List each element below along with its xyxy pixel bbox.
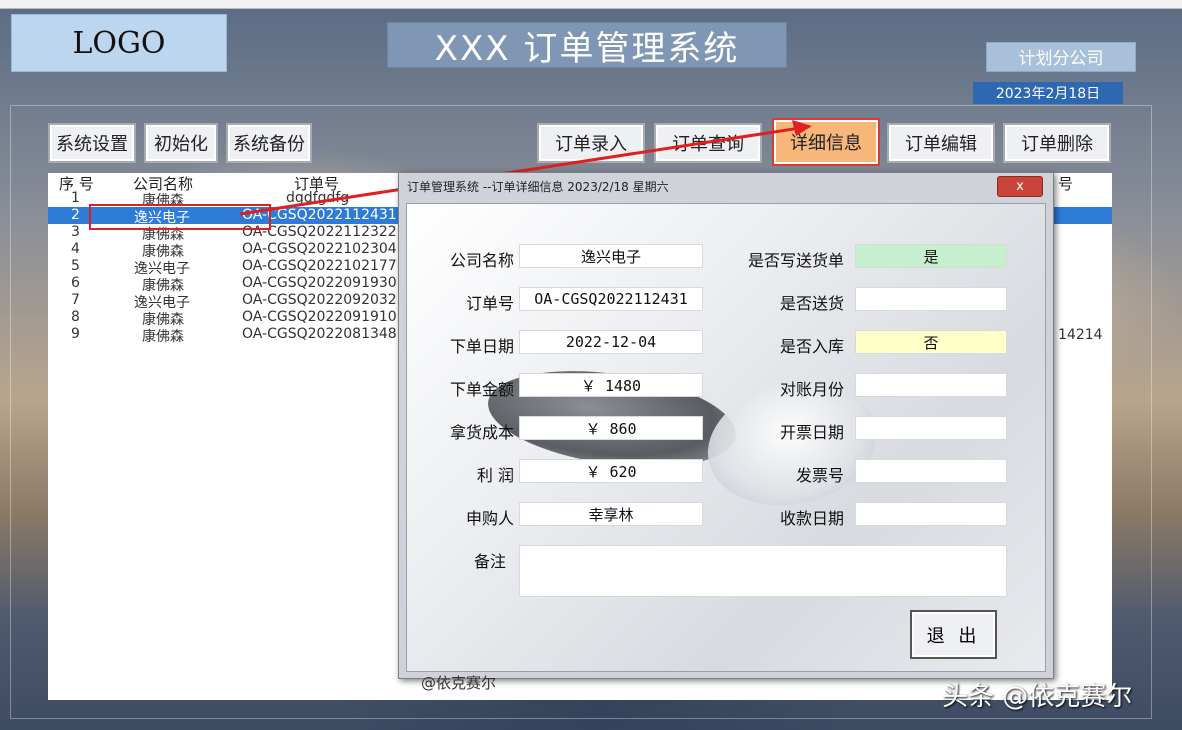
order-delete-button[interactable]: 订单删除 [1003,123,1111,163]
list-row[interactable]: 8 康佛森 OA-CGSQ2022091910 [48,309,398,328]
author-credit: @依克赛尔 [421,674,497,692]
list-row[interactable]: 9 康佛森 OA-CGSQ2022081348 [48,326,398,345]
row-order-no: OA-CGSQ2022092032 [242,292,397,308]
label-order-no: 订单号 [465,294,514,313]
list-row[interactable]: 5 逸兴电子 OA-CGSQ2022102177 [48,258,398,277]
cost-field[interactable]: ￥ 860 [519,416,703,440]
row-seq: 3 [71,224,80,240]
system-title: XXX 订单管理系统 [387,22,787,69]
label-delivery-note: 是否写送货单 [747,251,844,270]
row-order-no: dgdfgdfg [286,190,350,206]
order-amount-field[interactable]: ￥ 1480 [519,373,703,397]
row-order-no: OA-CGSQ2022091930 [242,275,397,291]
detail-info-button[interactable]: 详细信息 [772,118,880,166]
sheet-ruler [0,0,1182,9]
logo: LOGO [11,14,227,72]
invoice-date-field[interactable] [855,416,1007,440]
list-row[interactable]: 6 康佛森 OA-CGSQ2022091930 [48,275,398,294]
row-side-value: 14214 [1058,327,1103,343]
label-cost: 拿货成本 [449,423,514,442]
stocked-field[interactable]: 否 [855,330,1007,354]
watermark: 头条 @依克赛尔 [942,682,1133,712]
order-query-button[interactable]: 订单查询 [654,123,762,163]
selection-highlight-box [89,204,271,230]
remark-field[interactable] [519,545,1007,597]
label-profit: 利 润 [476,466,514,485]
label-payment-date: 收款日期 [779,509,844,528]
system-settings-button[interactable]: 系统设置 [48,123,136,163]
exit-button[interactable]: 退 出 [910,610,997,659]
company-field[interactable]: 逸兴电子 [519,244,703,268]
label-invoice-date: 开票日期 [779,423,844,442]
row-order-no: OA-CGSQ2022102304 [242,241,397,257]
row-company: 康佛森 [142,329,184,345]
order-detail-dialog: 订单管理系统 --订单详细信息 2023/2/18 星期六 x 公司名称 逸兴电… [398,172,1054,692]
row-seq: 7 [71,292,80,308]
system-backup-button[interactable]: 系统备份 [226,123,312,163]
label-stocked: 是否入库 [779,337,844,356]
list-row[interactable]: 4 康佛森 OA-CGSQ2022102304 [48,241,398,260]
profit-field[interactable]: ￥ 620 [519,459,703,483]
label-purchaser: 申购人 [465,509,514,528]
row-order-no: OA-CGSQ2022091910 [242,309,397,325]
row-seq: 8 [71,309,80,325]
label-company: 公司名称 [449,251,514,270]
row-seq: 2 [71,207,80,223]
dialog-body: 公司名称 逸兴电子 订单号 OA-CGSQ2022112431 下单日期 202… [406,203,1046,692]
label-invoice-no: 发票号 [795,466,844,485]
row-seq: 9 [71,326,80,342]
dialog-title: 订单管理系统 --订单详细信息 2023/2/18 星期六 [407,180,669,194]
label-order-date: 下单日期 [449,337,514,356]
row-seq: 4 [71,241,80,257]
order-edit-button[interactable]: 订单编辑 [887,123,995,163]
row-seq: 1 [71,190,80,206]
label-delivered: 是否送货 [779,294,844,313]
order-date-field[interactable]: 2022-12-04 [519,330,703,354]
initialize-button[interactable]: 初始化 [144,123,218,163]
label-reconcile-month: 对账月份 [779,380,844,399]
list-row[interactable]: 7 逸兴电子 OA-CGSQ2022092032 [48,292,398,311]
branch-label: 计划分公司 [986,42,1136,72]
header-side: 号 [1058,175,1074,193]
date-label: 2023年2月18日 [973,82,1123,104]
reconcile-month-field[interactable] [855,373,1007,397]
order-no-field[interactable]: OA-CGSQ2022112431 [519,287,703,311]
row-order-no: OA-CGSQ2022102177 [242,258,397,274]
close-button[interactable]: x [997,176,1043,197]
row-seq: 6 [71,275,80,291]
label-remark: 备注 [473,552,506,571]
delivered-field[interactable] [855,287,1007,311]
delivery-note-field[interactable]: 是 [855,244,1007,268]
row-order-no: OA-CGSQ2022081348 [242,326,397,342]
purchaser-field[interactable]: 幸享林 [519,502,703,526]
order-entry-button[interactable]: 订单录入 [537,123,645,163]
invoice-no-field[interactable] [855,459,1007,483]
payment-date-field[interactable] [855,502,1007,526]
row-seq: 5 [71,258,80,274]
label-order-amount: 下单金额 [449,380,514,399]
